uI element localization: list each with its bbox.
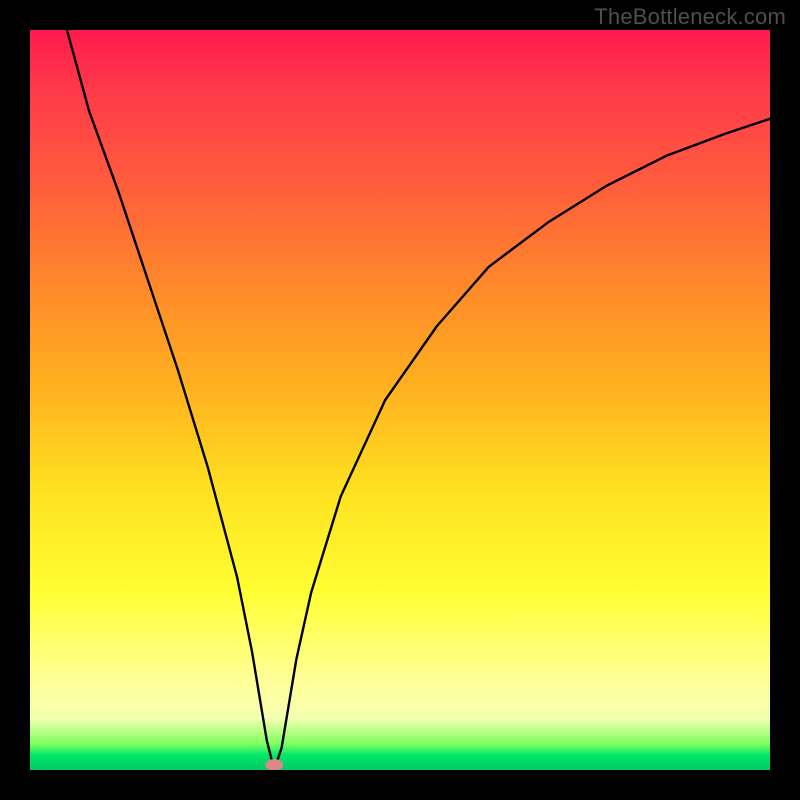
bottleneck-curve	[67, 30, 770, 770]
chart-frame: TheBottleneck.com	[0, 0, 800, 800]
plot-area	[30, 30, 770, 770]
min-marker	[265, 759, 283, 770]
watermark-text: TheBottleneck.com	[594, 4, 786, 30]
curve-layer	[30, 30, 770, 770]
